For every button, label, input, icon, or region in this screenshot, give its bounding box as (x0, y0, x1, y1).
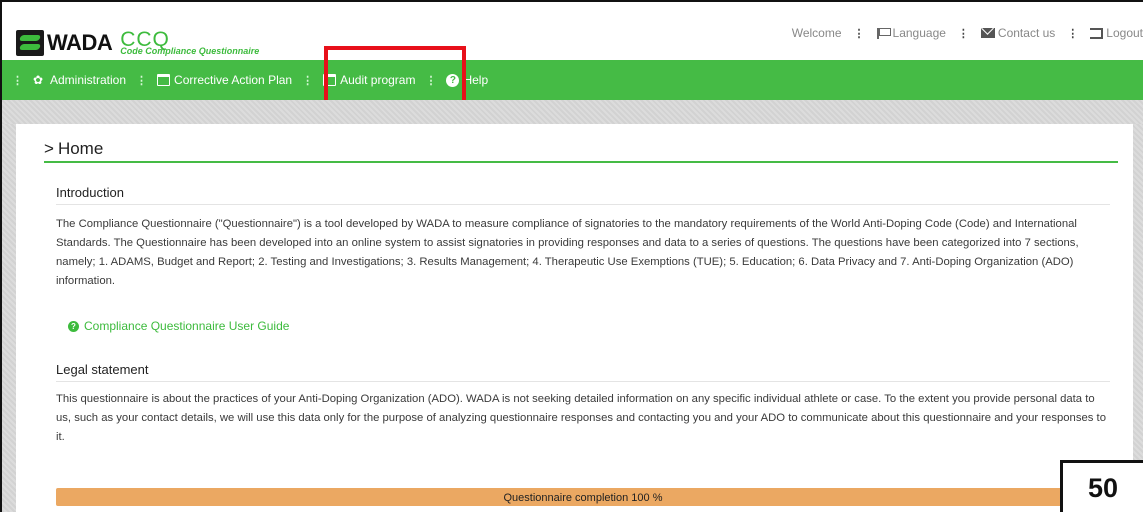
header: WADA CCQ Code Compliance Questionnaire W… (2, 2, 1143, 60)
nav-item-corrective-action-plan[interactable]: Corrective Action Plan (157, 73, 292, 87)
welcome-text: Welcome (791, 26, 842, 40)
legal-statement-heading: Legal statement (56, 362, 149, 377)
logo-ccq-block: CCQ Code Compliance Questionnaire (120, 29, 260, 56)
divider (56, 381, 1110, 382)
logout-link[interactable]: Logout (1090, 26, 1143, 40)
welcome-link[interactable]: Welcome (792, 26, 842, 40)
introduction-text: The Compliance Questionnaire ("Questionn… (56, 218, 1079, 287)
logo-wada-text: WADA (47, 30, 113, 55)
page-title-underline (44, 161, 1118, 163)
contact-us-link[interactable]: Contact us (980, 26, 1056, 40)
calendar-icon (157, 74, 171, 86)
page-title: > Home (44, 139, 103, 159)
envelope-icon (980, 28, 995, 38)
nav-item-label: Help (463, 73, 489, 87)
separator-icon: ⋮ (1067, 27, 1079, 40)
completion-progress-bar: Questionnaire completion 100 % (56, 488, 1110, 506)
step-number-badge: 50 (1060, 460, 1143, 512)
legal-statement-text: This questionnaire is about the practice… (56, 393, 1106, 443)
gear-icon: ✿ (33, 73, 44, 87)
contact-text: Contact us (997, 26, 1056, 40)
flag-icon (876, 27, 891, 39)
logo-subtitle: Code Compliance Questionnaire (120, 46, 260, 56)
divider (56, 204, 1110, 205)
main-navbar: ⋮ ✿ Administration ⋮ Corrective Action P… (2, 60, 1143, 100)
separator-icon: ⋮ (12, 74, 23, 87)
top-links: Welcome ⋮ Language ⋮ Contact us ⋮ Logout (792, 26, 1143, 40)
separator-icon: ⋮ (136, 74, 148, 87)
user-guide-link[interactable]: ? Compliance Questionnaire User Guide (68, 319, 289, 333)
introduction-heading: Introduction (56, 185, 124, 200)
user-guide-text: Compliance Questionnaire User Guide (84, 319, 290, 333)
nav-item-label: Corrective Action Plan (174, 73, 293, 87)
page-title-text: Home (57, 139, 104, 158)
sign-out-icon (1090, 27, 1104, 39)
progress-label: Questionnaire completion 100 % (503, 492, 663, 504)
language-text: Language (892, 26, 946, 40)
nav-item-label: Administration (50, 73, 127, 87)
question-circle-icon: ? (68, 320, 79, 332)
separator-icon: ⋮ (302, 74, 314, 87)
texture-band (2, 100, 1143, 124)
logout-text: Logout (1106, 26, 1143, 40)
language-link[interactable]: Language (876, 26, 946, 40)
chevron-right-icon: > (44, 139, 54, 158)
separator-icon: ⋮ (957, 27, 969, 40)
nav-item-administration[interactable]: ✿ Administration (33, 73, 126, 87)
wada-logo-mark-icon (16, 30, 44, 56)
wada-ccq-logo[interactable]: WADA CCQ Code Compliance Questionnaire (16, 24, 259, 56)
separator-icon: ⋮ (853, 27, 865, 40)
content-card (16, 124, 1133, 512)
